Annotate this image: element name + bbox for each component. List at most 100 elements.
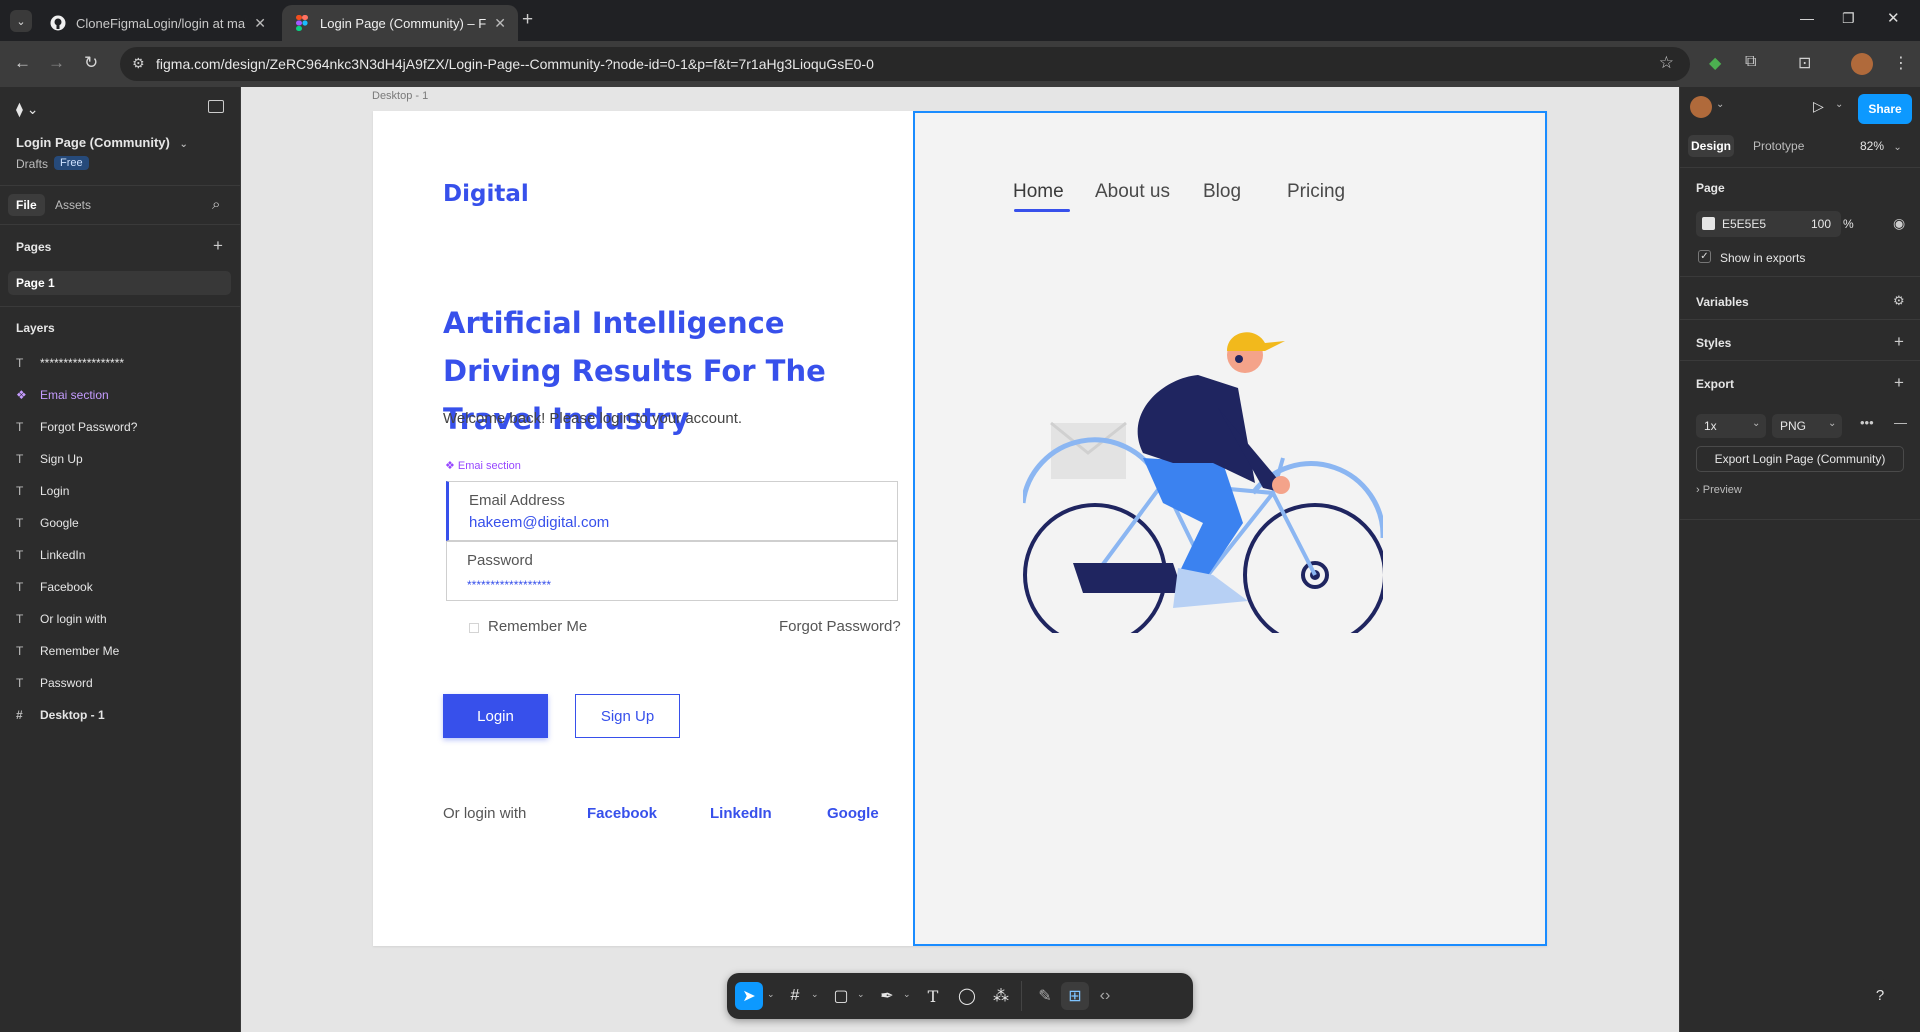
chevron-down-icon[interactable]: ⌄ [903,989,911,1000]
tab-figma[interactable]: Login Page (Community) – Figma ✕ [282,5,518,41]
minimize-icon[interactable]: — [1800,10,1814,26]
facebook-link[interactable]: Facebook [587,805,657,822]
hero-panel[interactable] [913,111,1547,946]
extensions-puzzle-icon[interactable]: ⧉ [1745,53,1756,71]
add-export-icon[interactable]: + [1894,373,1904,393]
variables-heading[interactable]: Variables [1696,295,1749,309]
page-color-input[interactable]: E5E5E5 100 % [1696,211,1854,237]
signup-button[interactable]: Sign Up [575,694,680,738]
export-format-select[interactable]: PNG ⌄ [1772,414,1842,438]
layer-item[interactable]: T Or login with [16,603,107,635]
file-name[interactable]: Login Page (Community) ⌄ [16,135,188,150]
layer-item[interactable]: ❖ Emai section [16,379,109,411]
tab-file[interactable]: File [8,194,45,216]
sidebar-toggle-icon[interactable] [208,100,224,113]
dev-mode-icon[interactable]: ⊞ [1061,982,1089,1010]
or-login-label[interactable]: Or login with [443,805,526,822]
site-info-icon[interactable]: ⚙ [132,55,145,72]
forward-icon[interactable]: → [48,53,65,73]
checkbox-show-exports[interactable]: ✓ [1698,250,1711,263]
layer-item[interactable]: # Desktop - 1 [16,699,105,731]
tab-design[interactable]: Design [1688,135,1734,157]
layer-item[interactable]: T Sign Up [16,443,83,475]
add-style-icon[interactable]: + [1894,332,1904,352]
new-tab-icon[interactable]: + [522,9,533,31]
layer-item[interactable]: T ****************** [16,347,124,379]
nav-home[interactable]: Home [1013,181,1064,203]
reload-icon[interactable]: ↻ [84,53,98,73]
page-item-page-1[interactable]: Page 1 [8,271,231,295]
layer-item[interactable]: T Password [16,667,93,699]
zoom-level[interactable]: 82% ⌄ [1860,139,1902,153]
close-icon[interactable]: ✕ [494,15,506,32]
chevron-down-icon[interactable]: ⌄ [1716,99,1724,110]
search-icon[interactable]: ⌕ [212,196,220,213]
forgot-password-link[interactable]: Forgot Password? [779,618,901,635]
chevron-down-icon[interactable]: ⌄ [811,989,819,1000]
nav-blog[interactable]: Blog [1203,181,1241,203]
window-close-icon[interactable]: ✕ [1887,9,1900,27]
present-play-icon[interactable]: ▷ [1813,98,1824,115]
chevron-down-icon[interactable]: ⌄ [1835,99,1843,110]
nav-pricing[interactable]: Pricing [1287,181,1345,203]
password-field[interactable]: Password ****************** [446,541,898,601]
google-link[interactable]: Google [827,805,879,822]
export-button[interactable]: Export Login Page (Community) [1696,446,1904,472]
share-button[interactable]: Share [1858,94,1912,124]
layer-item[interactable]: T Facebook [16,571,93,603]
move-icon[interactable]: ➤ [735,982,763,1010]
tab-assets[interactable]: Assets [55,198,91,212]
show-in-exports-label[interactable]: Show in exports [1720,251,1805,265]
more-menu-icon[interactable]: ⋮ [1893,53,1909,73]
layer-item[interactable]: T Google [16,507,79,539]
frame-icon[interactable]: # [781,982,809,1010]
nav-about[interactable]: About us [1095,181,1170,203]
eye-icon[interactable]: ◉ [1893,215,1905,232]
tab-github[interactable]: CloneFigmaLogin/login at main ✕ [38,5,278,41]
help-button[interactable]: ? [1864,979,1896,1011]
rectangle-icon[interactable]: ▢ [827,982,855,1010]
profile-avatar[interactable] [1851,53,1873,75]
remove-export-icon[interactable]: — [1894,415,1907,430]
brand-logo[interactable]: Digital [443,181,529,207]
preview-toggle[interactable]: › Preview [1696,484,1742,496]
layer-item[interactable]: T Login [16,475,69,507]
remember-label[interactable]: Remember Me [488,618,587,635]
variables-settings-icon[interactable]: ⚙ [1893,293,1905,309]
draw-icon[interactable]: ✎ [1031,982,1059,1010]
bookmark-star-icon[interactable]: ☆ [1659,53,1674,73]
actions-icon[interactable]: ⁂ [987,982,1015,1010]
layer-item[interactable]: T Forgot Password? [16,411,137,443]
figma-menu-icon[interactable]: ⧫ ⌄ [16,101,39,118]
chevron-down-icon[interactable]: ⌄ [857,989,865,1000]
remember-checkbox[interactable] [469,623,479,633]
drafts-label[interactable]: Drafts [16,157,48,171]
close-icon[interactable]: ✕ [254,15,266,32]
desktop-frame[interactable]: Digital Artificial Intelligence Driving … [373,111,1547,946]
user-avatar[interactable] [1690,96,1712,118]
component-tag[interactable]: ❖ Emai section [445,459,521,472]
screenshot-icon[interactable]: ⊡ [1798,53,1811,73]
add-page-icon[interactable]: + [213,236,223,256]
layer-item[interactable]: T LinkedIn [16,539,85,571]
export-scale-select[interactable]: 1x ⌄ [1696,414,1766,438]
layer-item[interactable]: T Remember Me [16,635,119,667]
styles-heading[interactable]: Styles [1696,336,1731,350]
welcome-text[interactable]: Welcome back! Please login to your accou… [443,410,742,427]
color-swatch[interactable] [1702,217,1715,230]
email-field[interactable]: Email Address hakeem@digital.com [446,481,898,541]
comment-icon[interactable]: ◯ [953,982,981,1010]
more-options-icon[interactable]: ••• [1860,415,1874,430]
extension-icon[interactable]: ◆ [1709,53,1721,73]
restore-icon[interactable]: ❐ [1842,10,1855,27]
login-button[interactable]: Login [443,694,548,738]
chevron-down-icon[interactable]: ⌄ [767,989,775,1000]
back-icon[interactable]: ← [14,53,31,73]
pen-icon[interactable]: ✒ [873,982,901,1010]
text-icon[interactable]: T [919,982,947,1010]
tab-search-icon[interactable]: ⌄ [10,10,32,32]
tab-prototype[interactable]: Prototype [1753,139,1804,153]
design-canvas[interactable]: Desktop - 1 Digital Artificial Intellige… [241,87,1679,1032]
linkedin-link[interactable]: LinkedIn [710,805,772,822]
code-icon[interactable]: ‹› [1091,982,1119,1010]
